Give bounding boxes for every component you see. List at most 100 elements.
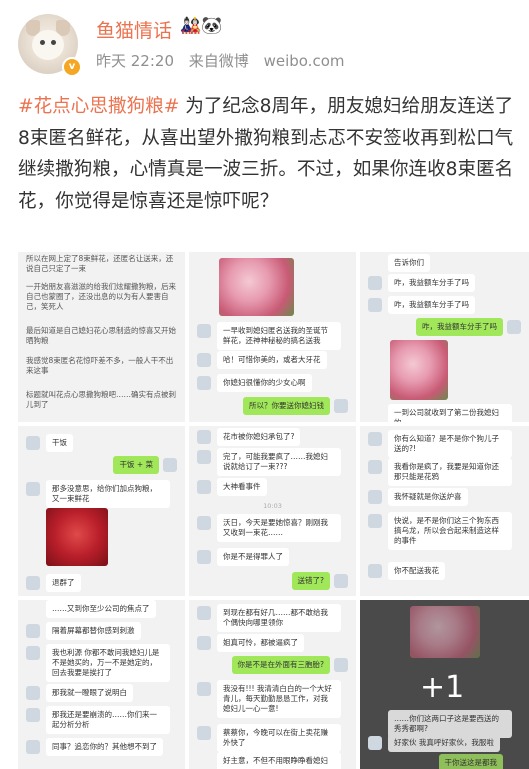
chat-bubble: 所以？你要送你媳妇钱	[243, 397, 330, 415]
image-5[interactable]: 花市被你媳妇承包了? 完了，可能我要疯了……我媳妇说就给订了一束??? 大神看事…	[189, 426, 356, 596]
chat-bubble: 好家伙 我真呼好家伙，我服啦	[388, 734, 500, 752]
chat-bubble: 我看你是疯了，我要是知道你还那只能是花鸦	[388, 458, 512, 486]
avatar	[334, 399, 348, 413]
cat-eye-left	[40, 40, 45, 45]
chat-bubble: 隔着屏幕都替你感到刺激	[46, 622, 141, 640]
avatar	[26, 646, 40, 660]
chat-line: 我感觉8束匿名花惊吓差不多，一般人干不出来这事	[26, 356, 174, 375]
author-badges-icon: 🎎🐼	[180, 16, 223, 36]
chat-bubble: 完了，可能我要疯了……我媳妇说就给订了一束???	[217, 448, 341, 476]
chat-bubble: 花市被你媳妇承包了?	[217, 428, 301, 446]
post-text: #花点心思撒狗粮# 为了纪念8周年，朋友媳妇给朋友连送了8束匿名鲜花，从喜出望外…	[18, 91, 518, 217]
avatar	[197, 550, 211, 564]
post-hashtag[interactable]: #花点心思撒狗粮#	[18, 96, 179, 117]
chat-bubble: ……又到你至少公司的焦点了	[46, 600, 156, 618]
avatar	[368, 432, 382, 446]
avatar	[368, 490, 382, 504]
avatar	[26, 436, 40, 450]
avatar	[507, 320, 521, 334]
image-9[interactable]: +1 ……你们这两口子这是要西送的秀秀都啊? 好家伙 我真呼好家伙，我服啦 干你…	[360, 600, 529, 769]
avatar	[368, 460, 382, 474]
image-7[interactable]: ……又到你至少公司的焦点了 隔着屏幕都替你感到刺激 我也利源 你都不敢问我媳妇儿…	[18, 600, 185, 769]
chat-line: 标题就叫花点心思撒狗粮吧……确实有点被刺儿到了	[26, 390, 176, 409]
avatar	[368, 564, 382, 578]
chat-bubble: 干你送这是都我	[438, 754, 503, 769]
avatar	[197, 606, 211, 620]
chat-bubble: 一早收到媳妇匿名送我的圣诞节鲜花，还神神秘秘的搞名送我	[217, 322, 341, 350]
chat-bubble: 那多没意思，给你们加点狗粮，又一束鲜花	[46, 480, 170, 508]
image-grid: 所以在网上定了8束鲜花，还匿名让送来，还说自己只定了一束 一开始朋友喜滋滋的给我…	[18, 252, 529, 769]
avatar	[368, 298, 382, 312]
avatar	[26, 624, 40, 638]
more-images-count[interactable]: +1	[420, 670, 464, 705]
post-site[interactable]: weibo.com	[264, 52, 345, 70]
post-time: 昨天 22:20	[96, 52, 174, 70]
chat-bubble: 干饭 + 菜	[113, 456, 159, 474]
chat-bubble: 那我还是要崩溃的……你们来一起分析分析	[46, 706, 170, 734]
chat-bubble: 哈！可惜你美的，或者大牙花	[217, 351, 327, 369]
chat-bubble: 姐真可怜，都被逼疯了	[217, 634, 304, 652]
chat-bubble: 同事？追恋你的？其他想不到了	[46, 738, 163, 756]
chat-bubble: 一到公司就收到了第二份我媳妇的	[388, 404, 512, 422]
chat-bubble: 我怀疑就是你送炉喜	[388, 488, 468, 506]
avatar	[334, 574, 348, 588]
chat-bubble: 我没有!!! 我清清白白的一个大好青儿，每天勤勤恳恳工作，对我媳妇儿一心一意!	[217, 680, 341, 718]
image-6[interactable]: 你有么知道？是不是你个狗儿子送的?! 我看你是疯了，我要是知道你还那只能是花鸦 …	[360, 426, 529, 596]
chat-bubble: 干饭	[46, 434, 73, 452]
chat-line: 一开始朋友喜滋滋的给我们炫耀撒狗粮，后来自己也蒙圈了，还没出息的以为有人要害自己…	[26, 282, 176, 311]
post-source[interactable]: 来自微博	[189, 52, 249, 70]
image-3[interactable]: 告诉你们 咋，我益额车分手了吗 咋，我益额车分手了吗 咋，我益额车分手了吗 一到…	[360, 252, 529, 422]
avatar	[197, 450, 211, 464]
cat-eye-right	[51, 40, 56, 45]
cat-face	[32, 30, 64, 60]
avatar	[334, 658, 348, 672]
avatar	[26, 482, 40, 496]
chat-line: 最后知道是自己媳妇花心思制造的惊喜又开始晒狗粮	[26, 326, 176, 345]
chat-line: 所以在网上定了8束鲜花，还匿名让送来，还说自己只定了一束	[26, 254, 174, 273]
avatar	[197, 324, 211, 338]
chat-bubble: 我也利源 你都不敢问我媳妇儿是不是她买的，万一不是她定的，回去我要是挨打了	[46, 644, 170, 682]
avatar	[26, 740, 40, 754]
avatar	[197, 516, 211, 530]
avatar	[197, 726, 211, 740]
chat-bubble: 告诉你们	[388, 254, 430, 272]
chat-bubble: 快说，是不是你们这三个狗东西搞乌龙，所以会合起来制造这样的事件	[388, 512, 512, 550]
avatar	[197, 682, 211, 696]
chat-bubble: 咋，我益额车分手了吗	[388, 296, 475, 314]
chat-bubble: 你是不是在外面有三胞胎?	[231, 656, 330, 674]
flower-photo	[410, 606, 480, 658]
flower-photo	[219, 258, 294, 316]
chat-bubble: 那我就一瞪眼了说明白	[46, 684, 133, 702]
image-4[interactable]: 干饭 干饭 + 菜 那多没意思，给你们加点狗粮，又一束鲜花 退群了	[18, 426, 185, 596]
image-2[interactable]: 一早收到媳妇匿名送我的圣诞节鲜花，还神神秘秘的搞名送我 哈！可惜你美的，或者大牙…	[189, 252, 356, 422]
chat-bubble: 你有么知道？是不是你个狗儿子送的?!	[388, 430, 512, 458]
chat-bubble: 好主意，不但不用眼睁睁看媳妇 …	[217, 752, 341, 769]
avatar	[197, 480, 211, 494]
avatar	[368, 736, 382, 750]
chat-bubble: 送错了?	[291, 572, 330, 590]
chat-bubble: 你媳妇很懂你的少女心啊	[217, 374, 312, 392]
avatar	[368, 276, 382, 290]
flower-photo	[46, 508, 108, 566]
avatar	[26, 576, 40, 590]
chat-bubble: 退群了	[46, 574, 81, 592]
chat-bubble: 沃日，今天是要她惊喜？刚刚我又收到一束花……	[217, 514, 341, 542]
chat-bubble: 到现在都有好几……都不敢给我个偶快向哪里领你	[217, 604, 341, 632]
image-1[interactable]: 所以在网上定了8束鲜花，还匿名让送来，还说自己只定了一束 一开始朋友喜滋滋的给我…	[18, 252, 185, 422]
chat-bubble: 蔡蔡你，今晚可以在街上卖花赚外快了	[217, 724, 341, 752]
avatar	[197, 376, 211, 390]
avatar	[197, 430, 211, 444]
chat-bubble: 你是不是得罪人了	[217, 548, 289, 566]
avatar	[163, 458, 177, 472]
avatar	[368, 514, 382, 528]
avatar	[197, 636, 211, 650]
chat-bubble: 咋，我益额车分手了吗	[416, 318, 503, 336]
avatar	[26, 708, 40, 722]
flower-photo	[390, 340, 448, 400]
avatar	[197, 353, 211, 367]
image-8[interactable]: 到现在都有好几……都不敢给我个偶快向哪里领你 姐真可怜，都被逼疯了 你是不是在外…	[189, 600, 356, 769]
verified-badge-icon: v	[62, 57, 82, 77]
author-name[interactable]: 鱼猫情话	[96, 16, 172, 43]
avatar	[26, 686, 40, 700]
chat-time: 10:03	[263, 502, 282, 510]
